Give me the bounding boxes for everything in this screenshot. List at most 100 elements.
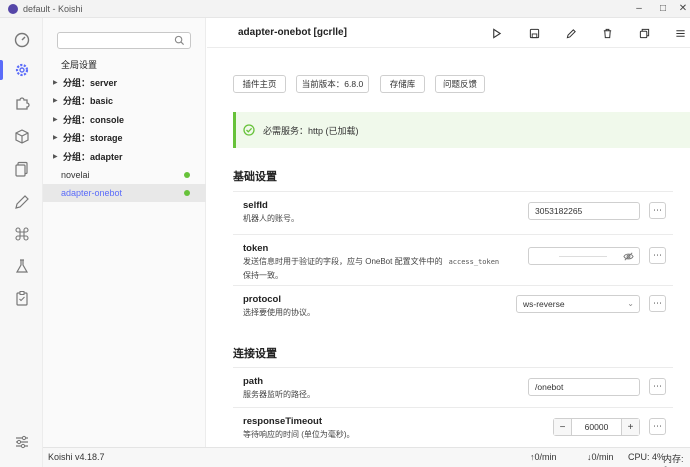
activity-market[interactable]	[0, 89, 43, 117]
config-description: 机器人的账号。	[243, 214, 299, 223]
version-button[interactable]: 当前版本：6.8.0	[296, 75, 369, 93]
config-description: 发送信息时用于验证的字段，应与 OneBot 配置文件中的 access_toke…	[243, 255, 499, 282]
more-button[interactable]: ⋯	[649, 247, 666, 264]
save-button[interactable]	[527, 26, 541, 40]
config-row-token: token 发送信息时用于验证的字段，应与 OneBot 配置文件中的 acces…	[233, 234, 673, 285]
increment-button[interactable]: +	[621, 419, 639, 435]
edit-button[interactable]	[564, 26, 578, 40]
files-icon	[14, 161, 28, 177]
clipboard-icon	[15, 291, 28, 306]
sidebar-group-storage[interactable]: ▶ 分组：storage	[53, 129, 123, 145]
run-button[interactable]	[489, 26, 503, 40]
minimize-icon[interactable]: –	[632, 2, 646, 16]
decrement-button[interactable]: −	[554, 419, 572, 435]
status-version: Koishi v4.18.7	[48, 452, 105, 462]
search-icon	[174, 35, 185, 46]
box-icon	[14, 129, 29, 144]
repository-button[interactable]: 存储库	[380, 75, 425, 93]
more-icon: ⋯	[653, 250, 662, 260]
more-button[interactable]: ⋯	[649, 418, 666, 435]
responsetimeout-stepper[interactable]: − 60000 +	[553, 418, 640, 436]
select-value: ws-reverse	[523, 299, 565, 309]
delete-icon	[603, 28, 611, 38]
issues-button[interactable]: 问题反馈	[435, 75, 485, 93]
chevron-right-icon: ▶	[53, 116, 58, 123]
activity-files[interactable]	[0, 155, 43, 183]
dashboard-icon	[14, 32, 29, 48]
flask-icon	[15, 259, 28, 273]
copy-icon	[639, 28, 649, 38]
chevron-right-icon: ▶	[53, 153, 58, 160]
edit-icon	[566, 28, 576, 38]
eye-off-icon[interactable]	[623, 251, 634, 262]
puzzle-icon	[15, 97, 30, 110]
close-icon[interactable]: ✕	[676, 2, 690, 16]
config-row-responsetimeout: responseTimeout 等待响应的时间 (单位为毫秒)。 − 60000…	[233, 407, 673, 447]
more-icon: ⋯	[653, 421, 662, 431]
config-key: path	[243, 376, 264, 387]
activity-dependencies[interactable]	[0, 122, 43, 150]
search-input[interactable]	[57, 32, 191, 49]
status-download: ↓0/min	[587, 452, 614, 462]
sidebar-group-label: 分组：basic	[63, 95, 114, 106]
status-dot	[184, 190, 190, 196]
homepage-button[interactable]: 插件主页	[233, 75, 286, 93]
edit-icon	[14, 195, 29, 209]
config-description: 选择要使用的协议。	[243, 308, 315, 317]
plugin-sidebar: 全局设置 ▶ 分组：server ▶ 分组：basic ▶ 分组：console…	[43, 18, 206, 447]
plugin-config-panel: 插件主页 当前版本：6.8.0 存储库 问题反馈 必需服务：http (已加载)…	[207, 48, 690, 447]
check-circle-icon	[243, 124, 255, 136]
config-key: token	[243, 243, 269, 254]
more-icon: ⋯	[653, 381, 662, 391]
selfid-input[interactable]: 3053182265	[528, 202, 640, 220]
desc-text: 发送信息时用于验证的字段，应与 OneBot 配置文件中的	[243, 257, 443, 266]
sidebar-item-adapter-onebot[interactable]: adapter-onebot	[43, 184, 206, 202]
activity-logs[interactable]	[0, 284, 43, 312]
desc-code: access_token	[448, 258, 500, 266]
sidebar-item-novelai[interactable]: novelai	[43, 166, 206, 184]
sidebar-group-adapter[interactable]: ▶ 分组：adapter	[53, 148, 123, 164]
config-row-protocol: protocol 选择要使用的协议。 ws-reverse ⌄ ⋯	[233, 285, 673, 325]
more-button[interactable]: ⋯	[649, 202, 666, 219]
token-password-input[interactable]	[528, 247, 640, 265]
activity-commands[interactable]	[0, 220, 43, 248]
more-button[interactable]: ⋯	[649, 295, 666, 312]
window-title: default - Koishi	[23, 3, 83, 14]
config-row-path: path 服务器监听的路径。 /onebot ⋯	[233, 367, 673, 407]
sliders-icon	[15, 435, 28, 449]
sidebar-item-global-settings[interactable]: 全局设置	[61, 58, 97, 71]
menu-button[interactable]	[673, 26, 687, 40]
config-key: responseTimeout	[243, 416, 323, 427]
sidebar-group-server[interactable]: ▶ 分组：server	[53, 74, 117, 90]
delete-button[interactable]	[600, 26, 614, 40]
status-dot	[184, 172, 190, 178]
activity-dashboard[interactable]	[0, 26, 43, 54]
password-mask	[559, 256, 607, 257]
more-button[interactable]: ⋯	[649, 378, 666, 395]
play-icon	[492, 27, 501, 39]
activity-settings[interactable]	[0, 56, 43, 84]
service-notice: 必需服务：http (已加载)	[233, 112, 690, 148]
more-icon: ⋯	[653, 298, 662, 308]
config-key: protocol	[243, 294, 281, 305]
activity-bar	[0, 18, 43, 467]
notice-text: 必需服务：http (已加载)	[263, 125, 359, 136]
activity-sandbox[interactable]	[0, 252, 43, 280]
config-description: 等待响应的时间 (单位为毫秒)。	[243, 430, 355, 439]
maximize-icon[interactable]: □	[656, 2, 670, 16]
sidebar-group-console[interactable]: ▶ 分组：console	[53, 111, 124, 127]
sidebar-group-basic[interactable]: ▶ 分组：basic	[53, 92, 113, 108]
copy-button[interactable]	[637, 26, 651, 40]
activity-editor[interactable]	[0, 188, 43, 216]
chevron-right-icon: ▶	[53, 79, 58, 86]
protocol-select[interactable]: ws-reverse ⌄	[516, 295, 640, 313]
section-title-connection: 连接设置	[233, 348, 277, 360]
activity-preferences[interactable]	[0, 428, 43, 456]
path-input[interactable]: /onebot	[528, 378, 640, 396]
config-description: 服务器监听的路径。	[243, 390, 315, 399]
menu-icon	[675, 29, 685, 37]
sidebar-item-label: novelai	[61, 170, 90, 180]
stepper-value[interactable]: 60000	[572, 419, 621, 435]
command-icon	[14, 227, 29, 241]
page-header: adapter-onebot [gcrlle]	[207, 18, 690, 48]
